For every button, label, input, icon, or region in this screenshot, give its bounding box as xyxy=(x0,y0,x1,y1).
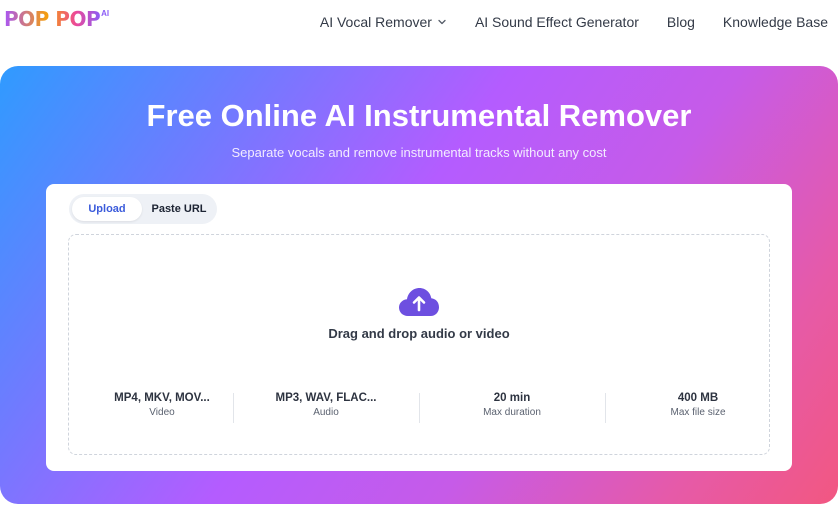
nav-item-ai-vocal-remover[interactable]: AI Vocal Remover xyxy=(320,14,447,30)
spec-value: 400 MB xyxy=(677,392,719,404)
tab-upload[interactable]: Upload xyxy=(72,197,142,221)
upload-card: Upload Paste URL Drag and drop audio or … xyxy=(46,184,792,471)
spec-value: 20 min xyxy=(493,392,531,404)
spec-max-file-size: 400 MB Max file size xyxy=(605,391,791,420)
file-dropzone[interactable]: Drag and drop audio or video MP4, MKV, M… xyxy=(68,234,770,455)
spec-video: MP4, MKV, MOV... Video xyxy=(69,391,255,420)
nav-item-label: AI Vocal Remover xyxy=(319,14,432,30)
cloud-upload-icon xyxy=(399,288,439,316)
file-specs: MP4, MKV, MOV... Video MP3, WAV, FLAC...… xyxy=(69,391,769,423)
chevron-down-icon xyxy=(438,19,446,25)
hero-subtitle: Separate vocals and remove instrumental … xyxy=(231,145,607,160)
spec-label: Video xyxy=(149,407,175,418)
nav-item-label: Blog xyxy=(666,14,695,30)
dropzone-instruction: Drag and drop audio or video xyxy=(328,326,510,341)
spec-value: MP4, MKV, MOV... xyxy=(114,392,210,404)
nav-links: AI Vocal Remover AI Sound Effect Generat… xyxy=(292,0,828,44)
nav-item-sound-effect-generator[interactable]: AI Sound Effect Generator xyxy=(475,14,639,30)
spec-audio: MP3, WAV, FLAC... Audio xyxy=(233,391,419,420)
tab-paste-url[interactable]: Paste URL xyxy=(145,197,213,221)
nav-item-knowledge-base[interactable]: Knowledge Base xyxy=(723,14,828,30)
source-tabs: Upload Paste URL xyxy=(69,194,217,224)
nav-item-label: AI Sound Effect Generator xyxy=(474,14,639,30)
spec-max-duration: 20 min Max duration xyxy=(419,391,605,420)
hero-title: Free Online AI Instrumental Remover xyxy=(146,98,692,133)
spec-label: Max file size xyxy=(670,407,726,418)
hero-section: Free Online AI Instrumental Remover Sepa… xyxy=(0,66,838,504)
nav-item-blog[interactable]: Blog xyxy=(667,14,695,30)
spec-label: Max duration xyxy=(483,407,541,418)
logo-text: POP POP xyxy=(4,7,101,31)
spec-value: MP3, WAV, FLAC... xyxy=(275,392,377,404)
logo[interactable]: POP POP AI xyxy=(4,6,109,32)
logo-ai-badge: AI xyxy=(101,9,110,18)
top-navbar: POP POP AI AI Vocal Remover AI Sound Eff… xyxy=(0,0,840,44)
nav-item-label: Knowledge Base xyxy=(722,14,828,30)
spec-label: Audio xyxy=(313,407,339,418)
